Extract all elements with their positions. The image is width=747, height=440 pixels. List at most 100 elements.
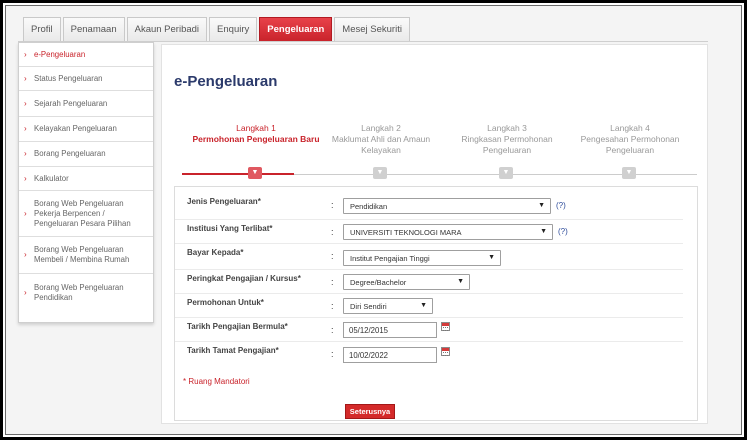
tab-enquiry[interactable]: Enquiry	[209, 17, 258, 41]
peringkat-value: Degree/Bachelor	[350, 277, 407, 287]
step-4: Langkah 4 Pengesahan Permohonan Pengelua…	[560, 123, 700, 179]
bayar-select[interactable]: Institut Pengajian Tinggi ▼	[343, 250, 501, 266]
sidebar-item-label: Kalkulator	[34, 173, 69, 183]
top-tab-bar: Profil Penamaan Akaun Peribadi Enquiry P…	[23, 17, 410, 41]
calendar-icon[interactable]	[441, 347, 450, 356]
tab-akaun-peribadi[interactable]: Akaun Peribadi	[126, 17, 208, 41]
step-desc: Permohonan Pengeluaran Baru	[192, 134, 320, 144]
jenis-label: Jenis Pengeluaran*	[187, 197, 261, 206]
withdrawal-form: Jenis Pengeluaran* : Pendidikan ▼ (?) In…	[174, 186, 698, 421]
chevron-down-icon: ▼	[538, 202, 545, 209]
step-title: Langkah 3	[487, 123, 527, 133]
sidebar-item-kalkulator[interactable]: › Kalkulator	[19, 167, 153, 191]
permohonan-label: Permohonan Untuk*	[187, 298, 264, 307]
sidebar-item-label: Kelayakan Pengeluaran	[34, 124, 117, 133]
sidebar-item-label: Borang Web Pengeluaran Pekerja Berpencen…	[34, 198, 131, 228]
step-line-active	[182, 173, 294, 175]
form-row-institusi: Institusi Yang Terlibat* : UNIVERSITI TE…	[175, 220, 683, 244]
chevron-down-icon: ▼	[457, 278, 464, 285]
step-1: Langkah 1 Permohonan Pengeluaran Baru ▼	[186, 123, 326, 179]
sidebar-item-label: Borang Web Pengeluaran Pendidikan	[34, 283, 124, 302]
jenis-value: Pendidikan	[350, 201, 388, 211]
arrow-right-icon: ›	[24, 250, 27, 259]
colon: :	[331, 349, 334, 359]
arrow-right-icon: ›	[24, 149, 27, 158]
sidebar-item-e-pengeluaran[interactable]: › e-Pengeluaran	[19, 43, 153, 67]
mandatory-note: * Ruang Mandatori	[183, 377, 250, 386]
arrow-right-icon: ›	[24, 288, 27, 297]
arrow-right-icon: ›	[24, 73, 27, 83]
bayar-value: Institut Pengajian Tinggi	[350, 253, 430, 263]
step-marker-icon: ▼	[373, 167, 387, 179]
sidebar-item-status-pengeluaran[interactable]: › Status Pengeluaran	[19, 67, 153, 91]
sidebar-item-label: e-Pengeluaran	[34, 49, 86, 59]
tamat-label: Tarikh Tamat Pengajian*	[187, 346, 279, 355]
chevron-down-icon: ▼	[540, 228, 547, 235]
form-row-tarikh-mula: Tarikh Pengajian Bermula* : 05/12/2015	[175, 318, 683, 342]
sidebar-item-kelayakan-pengeluaran[interactable]: › Kelayakan Pengeluaran	[19, 117, 153, 142]
jenis-select[interactable]: Pendidikan ▼	[343, 198, 551, 214]
tab-profil[interactable]: Profil	[23, 17, 61, 41]
peringkat-label: Peringkat Pengajian / Kursus*	[187, 274, 301, 283]
bayar-label: Bayar Kepada*	[187, 248, 244, 257]
step-title: Langkah 1	[236, 123, 276, 133]
institusi-value: UNIVERSITI TEKNOLOGI MARA	[350, 227, 462, 237]
tab-penamaan[interactable]: Penamaan	[62, 17, 125, 41]
form-row-bayar: Bayar Kepada* : Institut Pengajian Tingg…	[175, 244, 683, 270]
form-row-tarikh-tamat: Tarikh Tamat Pengajian* : 10/02/2022	[175, 342, 683, 368]
colon: :	[331, 325, 334, 335]
tarikh-mula-input[interactable]: 05/12/2015	[343, 322, 437, 338]
colon: :	[331, 227, 334, 237]
step-3: Langkah 3 Ringkasan Permohonan Pengeluar…	[437, 123, 577, 179]
arrow-right-icon: ›	[24, 49, 27, 59]
chevron-down-icon: ▼	[420, 302, 427, 309]
colon: :	[331, 200, 334, 210]
calendar-icon[interactable]	[441, 322, 450, 331]
step-marker-icon: ▼	[248, 167, 262, 179]
colon: :	[331, 251, 334, 261]
main-content: e-Pengeluaran Langkah 1 Permohonan Penge…	[161, 44, 708, 424]
step-title: Langkah 4	[610, 123, 650, 133]
arrow-right-icon: ›	[24, 173, 27, 183]
mula-label: Tarikh Pengajian Bermula*	[187, 322, 288, 331]
form-row-permohonan: Permohonan Untuk* : Diri Sendiri ▼	[175, 294, 683, 318]
step-desc: Ringkasan Permohonan Pengeluaran	[461, 134, 553, 155]
sidebar-item-sejarah-pengeluaran[interactable]: › Sejarah Pengeluaran	[19, 91, 153, 117]
form-row-peringkat: Peringkat Pengajian / Kursus* : Degree/B…	[175, 270, 683, 294]
sidebar-item-label: Borang Web Pengeluaran Membeli / Membina…	[34, 245, 130, 264]
step-marker-icon: ▼	[622, 167, 636, 179]
step-2: Langkah 2 Maklumat Ahli dan Amaun Kelaya…	[311, 123, 451, 179]
sidebar-item-label: Sejarah Pengeluaran	[34, 98, 108, 108]
jenis-help-link[interactable]: (?)	[556, 201, 566, 210]
tab-mesej-sekuriti[interactable]: Mesej Sekuriti	[334, 17, 410, 41]
permohonan-value: Diri Sendiri	[350, 301, 387, 311]
institusi-label: Institusi Yang Terlibat*	[187, 224, 273, 233]
page-title: e-Pengeluaran	[174, 73, 278, 90]
sidebar: › e-Pengeluaran › Status Pengeluaran › S…	[18, 42, 154, 323]
arrow-right-icon: ›	[24, 124, 27, 133]
sidebar-item-label: Status Pengeluaran	[34, 73, 103, 83]
sidebar-item-borang-web-pekerja-berpencen[interactable]: › Borang Web Pengeluaran Pekerja Berpenc…	[19, 191, 153, 237]
sidebar-item-borang-web-membeli-rumah[interactable]: › Borang Web Pengeluaran Membeli / Membi…	[19, 237, 153, 274]
sidebar-item-borang-pengeluaran[interactable]: › Borang Pengeluaran	[19, 142, 153, 167]
step-title: Langkah 2	[361, 123, 401, 133]
form-row-jenis: Jenis Pengeluaran* : Pendidikan ▼ (?)	[175, 193, 683, 220]
arrow-right-icon: ›	[24, 98, 27, 108]
colon: :	[331, 301, 334, 311]
tab-pengeluaran[interactable]: Pengeluaran	[259, 17, 333, 41]
sidebar-item-label: Borang Pengeluaran	[34, 149, 106, 158]
arrow-right-icon: ›	[24, 208, 27, 218]
permohonan-select[interactable]: Diri Sendiri ▼	[343, 298, 433, 314]
seterusnya-button[interactable]: Seterusnya	[345, 404, 395, 419]
institusi-select[interactable]: UNIVERSITI TEKNOLOGI MARA ▼	[343, 224, 553, 240]
colon: :	[331, 277, 334, 287]
peringkat-select[interactable]: Degree/Bachelor ▼	[343, 274, 470, 290]
chevron-down-icon: ▼	[488, 254, 495, 261]
tarikh-tamat-input[interactable]: 10/02/2022	[343, 347, 437, 363]
step-desc: Maklumat Ahli dan Amaun Kelayakan	[331, 134, 431, 155]
institusi-help-link[interactable]: (?)	[558, 227, 568, 236]
step-progress: Langkah 1 Permohonan Pengeluaran Baru ▼ …	[162, 123, 709, 183]
sidebar-item-borang-web-pendidikan[interactable]: › Borang Web Pengeluaran Pendidikan	[19, 274, 153, 312]
step-desc: Pengesahan Permohonan Pengeluaran	[580, 134, 680, 155]
step-marker-icon: ▼	[499, 167, 513, 179]
